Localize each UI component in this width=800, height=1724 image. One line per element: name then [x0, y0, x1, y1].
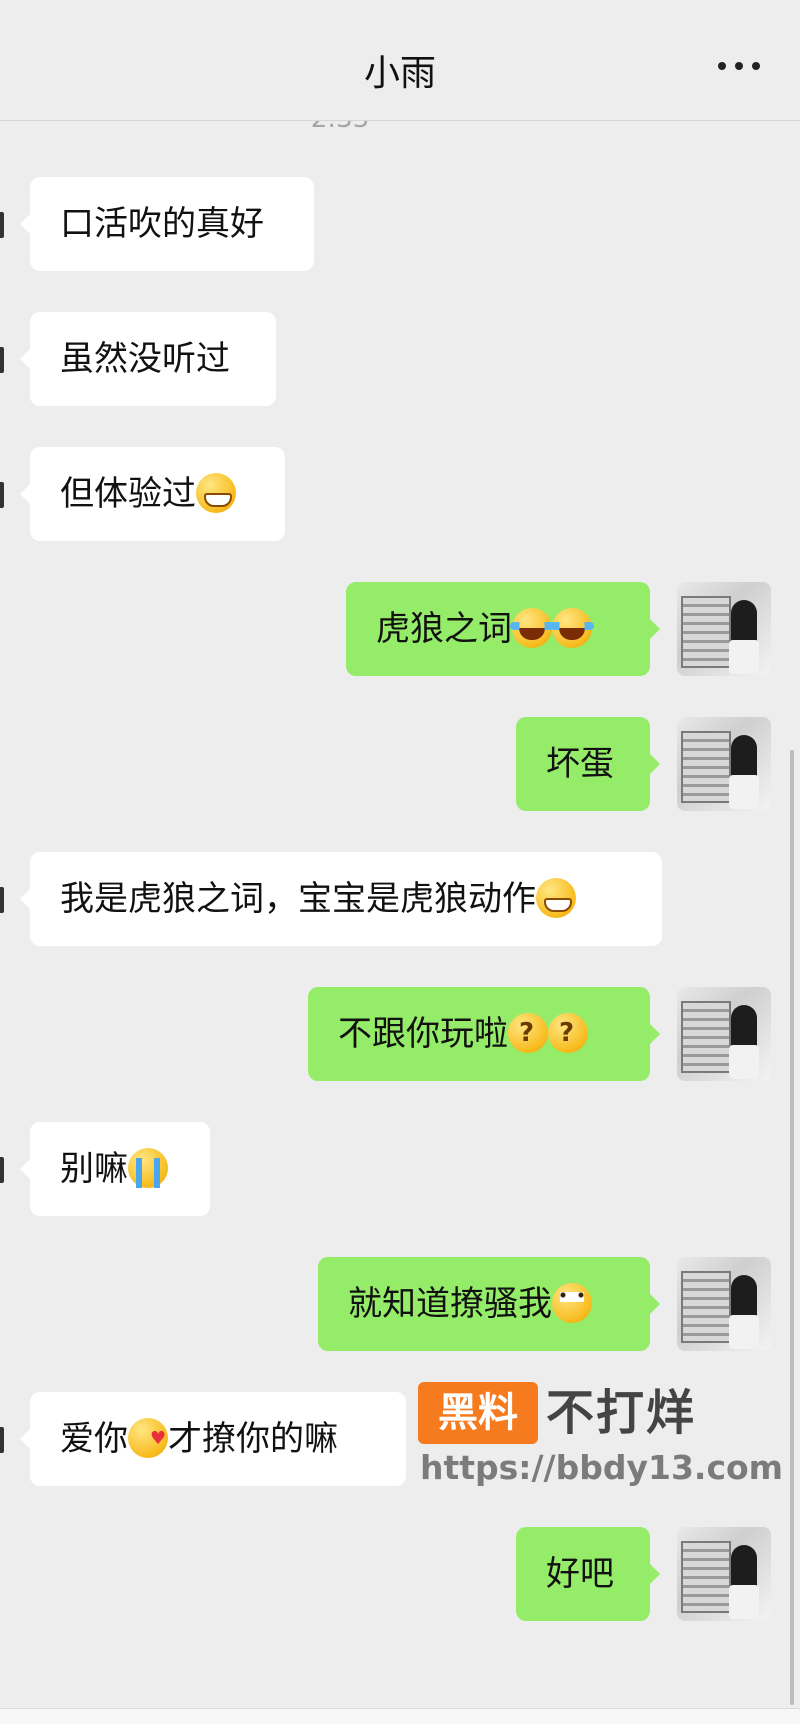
avatar-edge [0, 212, 4, 238]
message-bubble-sent[interactable]: 虎狼之词 [346, 582, 660, 676]
chat-header: 小雨 [0, 0, 800, 121]
laugh-tears-emoji-icon [510, 608, 554, 648]
watermark-url: https://bbdy13.com [420, 1448, 784, 1487]
message-bubble-sent[interactable]: 坏蛋 [516, 717, 660, 811]
watermark-badge: 黑料 [418, 1382, 538, 1444]
message-bubble-received[interactable]: 虽然没听过 [20, 312, 276, 406]
avatar[interactable] [677, 1527, 771, 1621]
avatar-edge [0, 887, 4, 913]
watermark: 黑料 不打烊 https://bbdy13.com [418, 1382, 783, 1492]
message-text-after: 才撩你的嘛 [168, 1419, 338, 1459]
avatar-edge [0, 1427, 4, 1453]
message-text: 就知道撩骚我 [348, 1284, 552, 1324]
avatar-edge [0, 1157, 4, 1183]
grin-emoji-icon [196, 473, 236, 513]
message-text: 别嘛 [60, 1149, 128, 1189]
thinking-emoji-icon [508, 1013, 548, 1053]
avatar-edge [0, 482, 4, 508]
message-text: 但体验过 [60, 474, 196, 514]
message-text: 爱你 [60, 1419, 128, 1459]
message-bubble-received[interactable]: 别嘛 [20, 1122, 210, 1216]
message-text: 虽然没听过 [60, 339, 230, 379]
avatar-edge [0, 347, 4, 373]
message-text: 坏蛋 [546, 744, 614, 784]
avatar[interactable] [677, 987, 771, 1081]
grin-emoji-icon [536, 878, 576, 918]
eye-roll-emoji-icon [552, 1283, 592, 1323]
scrollbar[interactable] [790, 750, 794, 1705]
message-bubble-received[interactable]: 但体验过 [20, 447, 285, 541]
message-bubble-received[interactable]: 口活吹的真好 [20, 177, 314, 271]
crying-emoji-icon [128, 1148, 168, 1188]
message-text: 不跟你玩啦 [338, 1014, 508, 1054]
message-text: 好吧 [546, 1554, 614, 1594]
avatar[interactable] [677, 582, 771, 676]
message-bubble-sent[interactable]: 就知道撩骚我 [318, 1257, 660, 1351]
message-bubble-sent[interactable]: 不跟你玩啦 [308, 987, 660, 1081]
laugh-tears-emoji-icon [550, 608, 594, 648]
chat-title: 小雨 [363, 53, 436, 94]
more-dots-icon[interactable] [718, 62, 760, 70]
input-bar-edge [0, 1708, 800, 1724]
message-bubble-sent[interactable]: 好吧 [516, 1527, 660, 1621]
avatar[interactable] [677, 1257, 771, 1351]
message-text: 我是虎狼之词，宝宝是虎狼动作 [60, 879, 536, 919]
message-text: 口活吹的真好 [60, 204, 264, 244]
message-bubble-received[interactable]: 我是虎狼之词，宝宝是虎狼动作 [20, 852, 662, 946]
thinking-emoji-icon [548, 1013, 588, 1053]
message-bubble-received[interactable]: 爱你才撩你的嘛 [20, 1392, 406, 1486]
kiss-emoji-icon [128, 1418, 168, 1458]
avatar[interactable] [677, 717, 771, 811]
message-text: 虎狼之词 [376, 609, 512, 649]
watermark-tagline: 不打烊 [546, 1385, 697, 1441]
